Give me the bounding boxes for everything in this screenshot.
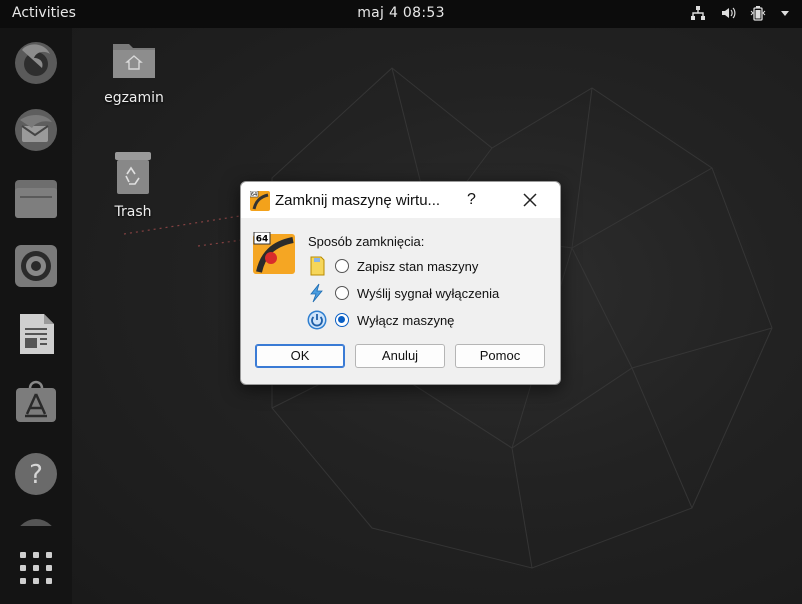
radio-send-signal[interactable] xyxy=(335,286,349,300)
option-power-off[interactable]: Wyłącz maszynę xyxy=(307,309,454,331)
svg-text:64: 64 xyxy=(256,235,269,245)
desktop-icon-trash[interactable]: Trash xyxy=(93,150,173,220)
option-label: Wyłącz maszynę xyxy=(357,312,455,328)
radio-save-state[interactable] xyxy=(335,259,349,273)
option-save-state[interactable]: Zapisz stan maszyny xyxy=(307,255,478,277)
svg-text:64: 64 xyxy=(251,192,257,198)
close-icon[interactable] xyxy=(520,190,540,210)
help-icon[interactable]: ? xyxy=(12,450,60,498)
system-menu-arrow-icon[interactable] xyxy=(780,5,790,21)
save-state-icon xyxy=(307,256,327,276)
option-label: Wyślij sygnał wyłączenia xyxy=(357,285,500,301)
dialog-titlebar[interactable]: 64 Zamknij maszynę wirtu... ? xyxy=(241,182,560,218)
ok-button[interactable]: OK xyxy=(255,344,345,368)
home-folder-icon xyxy=(113,44,155,78)
libreoffice-writer-icon[interactable] xyxy=(12,310,60,358)
trash-icon xyxy=(115,152,151,194)
desktop-icon-egzamin[interactable]: egzamin xyxy=(94,38,174,106)
dialog-title: Zamknij maszynę wirtu... xyxy=(275,192,441,209)
battery-icon[interactable] xyxy=(750,5,766,21)
shutdown-method-label: Sposób zamknięcia: xyxy=(308,234,425,249)
cancel-button[interactable]: Anuluj xyxy=(355,344,445,368)
help-button[interactable]: Pomoc xyxy=(455,344,545,368)
power-icon xyxy=(307,310,327,330)
network-icon[interactable] xyxy=(690,5,706,21)
system-tray[interactable] xyxy=(690,5,790,21)
dock: ? xyxy=(0,28,72,604)
show-apps-icon[interactable] xyxy=(12,546,60,594)
option-send-signal[interactable]: Wyślij sygnał wyłączenia xyxy=(307,282,499,304)
desktop-icon-label: egzamin xyxy=(104,90,164,106)
dialog-help-button[interactable]: ? xyxy=(467,191,476,209)
close-vm-dialog: 64 Zamknij maszynę wirtu... ? 64 Sposób … xyxy=(240,181,561,385)
files-icon[interactable] xyxy=(12,174,60,222)
thunderbird-icon[interactable] xyxy=(12,106,60,154)
clock[interactable]: maj 4 08:53 xyxy=(0,5,802,21)
trash-dock-icon[interactable] xyxy=(12,516,60,526)
top-bar: Activities maj 4 08:53 xyxy=(0,0,802,28)
firefox-icon[interactable] xyxy=(12,38,60,86)
virtualbox-logo-icon: 64 xyxy=(253,231,295,279)
rhythmbox-icon[interactable] xyxy=(12,242,60,290)
acpi-signal-icon xyxy=(307,283,327,303)
volume-icon[interactable] xyxy=(720,5,736,21)
virtualbox-app-icon: 64 xyxy=(249,190,270,216)
radio-power-off[interactable] xyxy=(335,313,349,327)
svg-text:?: ? xyxy=(29,460,43,490)
app-center-icon[interactable] xyxy=(12,378,60,426)
desktop-icon-label: Trash xyxy=(114,204,152,220)
option-label: Zapisz stan maszyny xyxy=(357,258,479,274)
